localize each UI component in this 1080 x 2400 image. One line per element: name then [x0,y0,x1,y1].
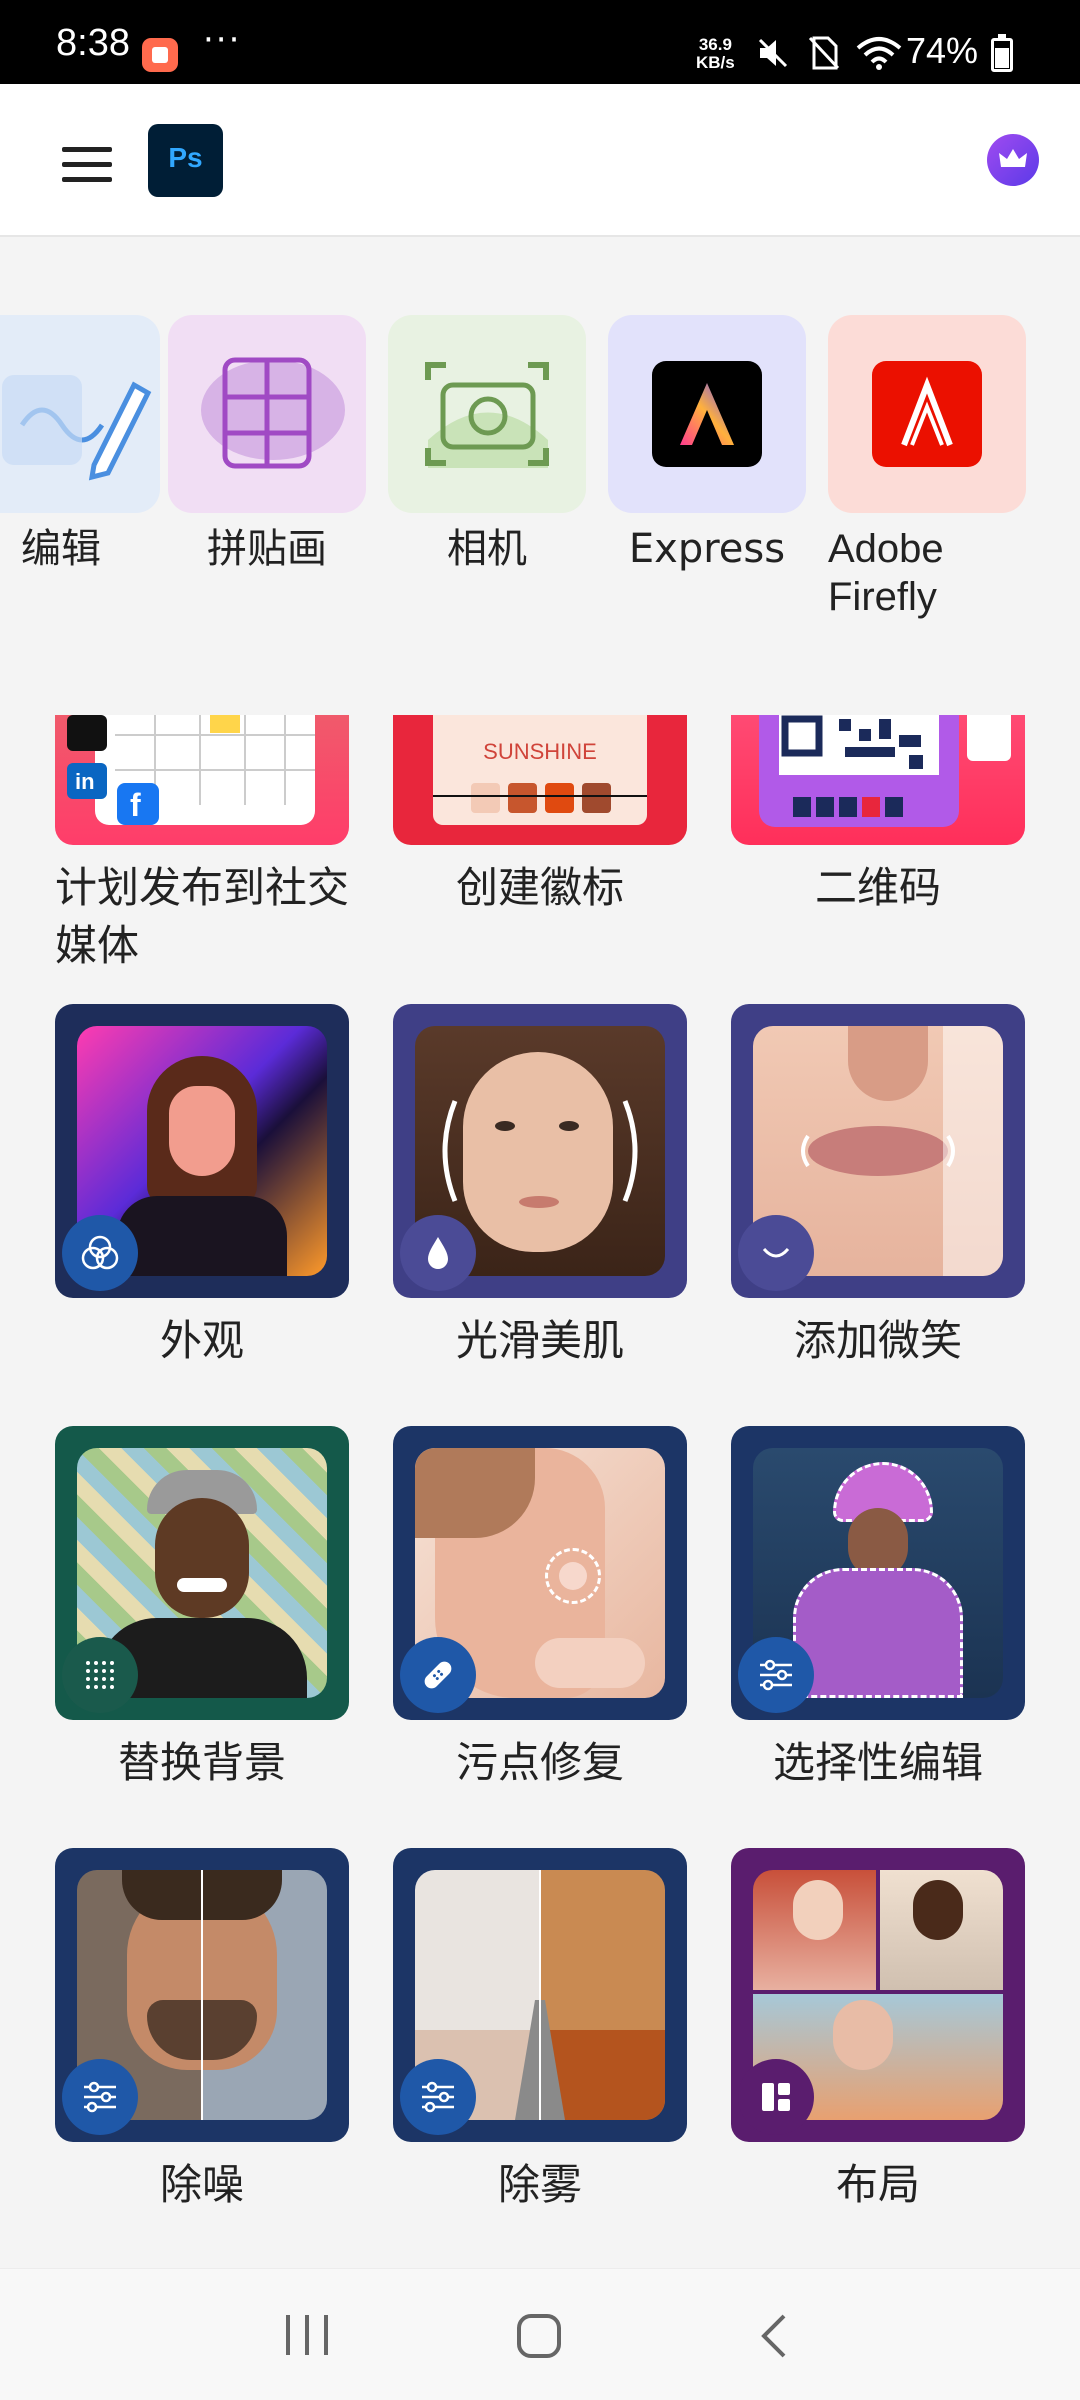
card-create-logo[interactable]: SUNSHINE 创建徽标 [393,715,687,917]
status-bar: 8:38 ··· 36.9 KB/s 74% [0,0,1080,84]
edit-pencil-icon [2,375,152,481]
quick-tools-row[interactable]: 编辑 拼贴画 相机 Express Adobe Firefly [0,315,1080,635]
card-smooth-skin-label: 光滑美肌 [455,1316,624,1365]
replace-background-thumb [55,1426,349,1720]
pattern-icon [62,1637,138,1713]
card-looks-label: 外观 [159,1316,244,1365]
mute-icon [758,38,788,68]
more-notifications: ··· [203,20,242,60]
spot-heal-thumb [393,1426,687,1720]
card-layout[interactable]: 布局 [731,1848,1025,2214]
layout-icon [738,2059,814,2135]
adobe-firefly-icon [872,361,982,467]
card-looks[interactable]: 外观 [55,1004,349,1370]
back-icon[interactable] [758,2313,788,2359]
tool-express-tile [608,315,806,513]
card-social-schedule[interactable]: in f 计划发布到社交媒体 [55,715,349,975]
tool-edit-label: 编辑 [21,526,101,572]
feature-row-social: in f 计划发布到社交媒体 SUNSHINE 创建徽标 二维码 [0,715,1080,1005]
tool-collage-label: 拼贴画 [207,526,327,572]
card-add-smile-label: 添加微笑 [793,1316,962,1365]
collage-grid-icon [201,357,345,469]
social-schedule-thumb: in f [55,715,349,845]
tool-edit[interactable]: 编辑 [0,315,160,573]
tool-firefly-tile [828,315,1026,513]
battery-icon [991,34,1013,72]
logo-text: Ps [168,142,203,173]
sliders-icon [62,2059,138,2135]
adobe-express-icon [652,361,762,467]
selective-edit-thumb [731,1426,1025,1720]
overlap-circles-icon [62,1215,138,1291]
home-icon[interactable] [516,2313,562,2359]
camera-icon [425,362,549,468]
card-selective-edit-label: 选择性编辑 [772,1738,983,1787]
qr-code-thumb [731,715,1025,845]
sliders-icon [400,2059,476,2135]
recent-apps-icon[interactable] [282,2313,332,2357]
tool-edit-tile [0,315,160,513]
smooth-skin-thumb [393,1004,687,1298]
card-smooth-skin[interactable]: 光滑美肌 [393,1004,687,1370]
create-logo-thumb: SUNSHINE [393,715,687,845]
svg-text:in: in [75,769,95,794]
tool-collage[interactable]: 拼贴画 [168,315,366,573]
sliders-icon [738,1637,814,1713]
tool-camera[interactable]: 相机 [388,315,586,573]
tool-express[interactable]: Express [608,315,806,573]
card-denoise-label: 除噪 [159,2160,244,2209]
denoise-thumb [55,1848,349,2142]
card-qr-code[interactable]: 二维码 [731,715,1025,917]
card-add-smile[interactable]: 添加微笑 [731,1004,1025,1370]
status-time: 8:38 [56,22,130,64]
photoshop-logo: Ps [148,124,223,197]
hamburger-menu-icon[interactable] [62,147,112,183]
bandage-icon [400,1637,476,1713]
card-social-schedule-label: 计划发布到社交媒体 [55,863,350,970]
dehaze-thumb [393,1848,687,2142]
card-dehaze[interactable]: 除雾 [393,1848,687,2214]
no-sim-icon [808,36,840,70]
svg-text:f: f [130,787,141,823]
card-spot-heal[interactable]: 污点修复 [393,1426,687,1792]
droplet-icon [400,1215,476,1291]
card-create-logo-label: 创建徽标 [455,863,624,912]
system-navigation-bar [0,2268,1080,2400]
smile-icon [738,1215,814,1291]
card-denoise[interactable]: 除噪 [55,1848,349,2214]
card-qr-code-label: 二维码 [814,863,941,912]
notification-icon [142,38,178,72]
battery-percentage: 74% [906,30,979,71]
looks-thumb [55,1004,349,1298]
card-selective-edit[interactable]: 选择性编辑 [731,1426,1025,1792]
app-header: Ps [0,84,1080,237]
network-speed-value: 36.9 [698,35,732,54]
layout-thumb [731,1848,1025,2142]
network-speed-unit: KB/s [696,53,735,72]
card-replace-background[interactable]: 替换背景 [55,1426,349,1792]
create-logo-thumb-text: SUNSHINE [483,739,597,764]
tool-camera-tile [388,315,586,513]
tool-firefly[interactable]: Adobe Firefly [828,315,1026,621]
tool-firefly-label: Adobe Firefly [828,527,944,619]
premium-crown-icon[interactable] [987,134,1039,186]
add-smile-thumb [731,1004,1025,1298]
wifi-icon [856,37,902,70]
card-dehaze-label: 除雾 [497,2160,582,2209]
tool-camera-label: 相机 [447,526,527,572]
tool-express-label: Express [628,526,786,572]
card-replace-background-label: 替换背景 [117,1738,286,1787]
card-layout-label: 布局 [835,2160,920,2209]
tool-collage-tile [168,315,366,513]
card-spot-heal-label: 污点修复 [455,1738,624,1787]
network-speed: 36.9 KB/s [696,36,735,72]
